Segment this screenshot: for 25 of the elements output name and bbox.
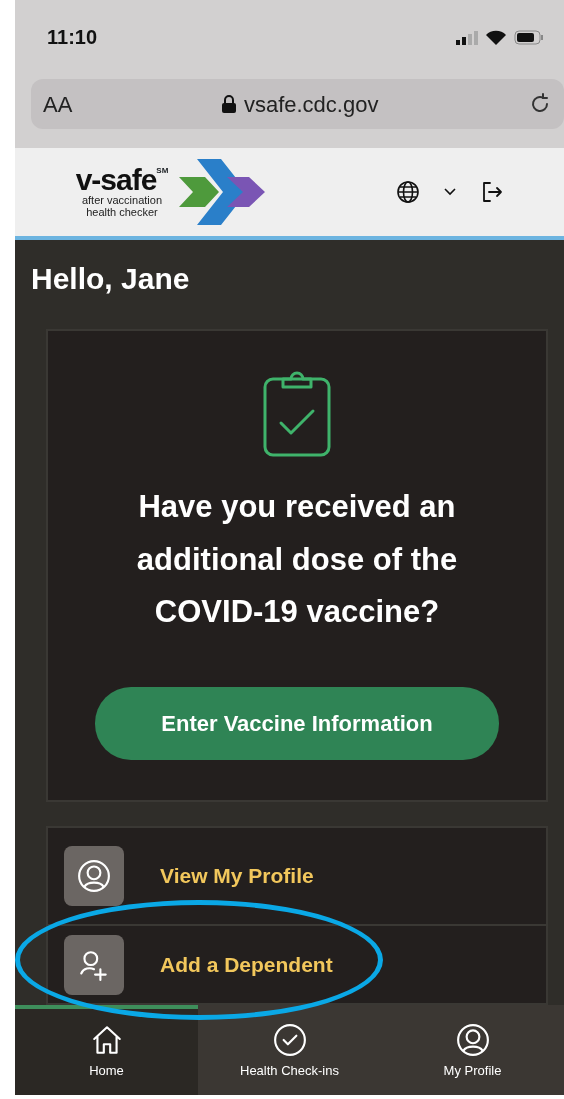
question-heading: Have you received an additional dose of the COVID-19 vaccine? (135, 488, 459, 632)
status-time: 11:10 (47, 25, 98, 50)
action-item[interactable]: Add a Dependent (48, 926, 546, 1003)
logo-tagline: after vaccination health checker (80, 195, 164, 219)
profile-icon (77, 859, 111, 894)
nav-tab[interactable]: Home (15, 1005, 198, 1095)
battery-icon (514, 30, 544, 45)
signal-icon (456, 30, 478, 45)
caret-icon[interactable] (444, 188, 456, 196)
text-size-button[interactable]: AA (43, 87, 73, 121)
wifi-icon (486, 30, 506, 45)
profile-icon (455, 1023, 490, 1058)
service-mark: SM (156, 165, 169, 176)
nav-tab[interactable]: My Profile (381, 1005, 564, 1095)
url-text[interactable]: vsafe.cdc.gov (243, 87, 379, 121)
clipboard-check-icon (263, 371, 331, 457)
logo-wordmark: v-safe (75, 165, 157, 196)
action-item[interactable]: View My Profile (48, 828, 546, 927)
check-circle-icon (272, 1023, 307, 1058)
sign-out-icon[interactable] (480, 180, 504, 204)
enter-vaccine-button[interactable]: Enter Vaccine Information (95, 687, 499, 761)
lock-icon (221, 95, 236, 113)
greeting: Hello, Jane (30, 261, 191, 297)
globe-icon[interactable] (396, 180, 420, 204)
nav-tab[interactable]: Health Check-ins (198, 1005, 381, 1095)
